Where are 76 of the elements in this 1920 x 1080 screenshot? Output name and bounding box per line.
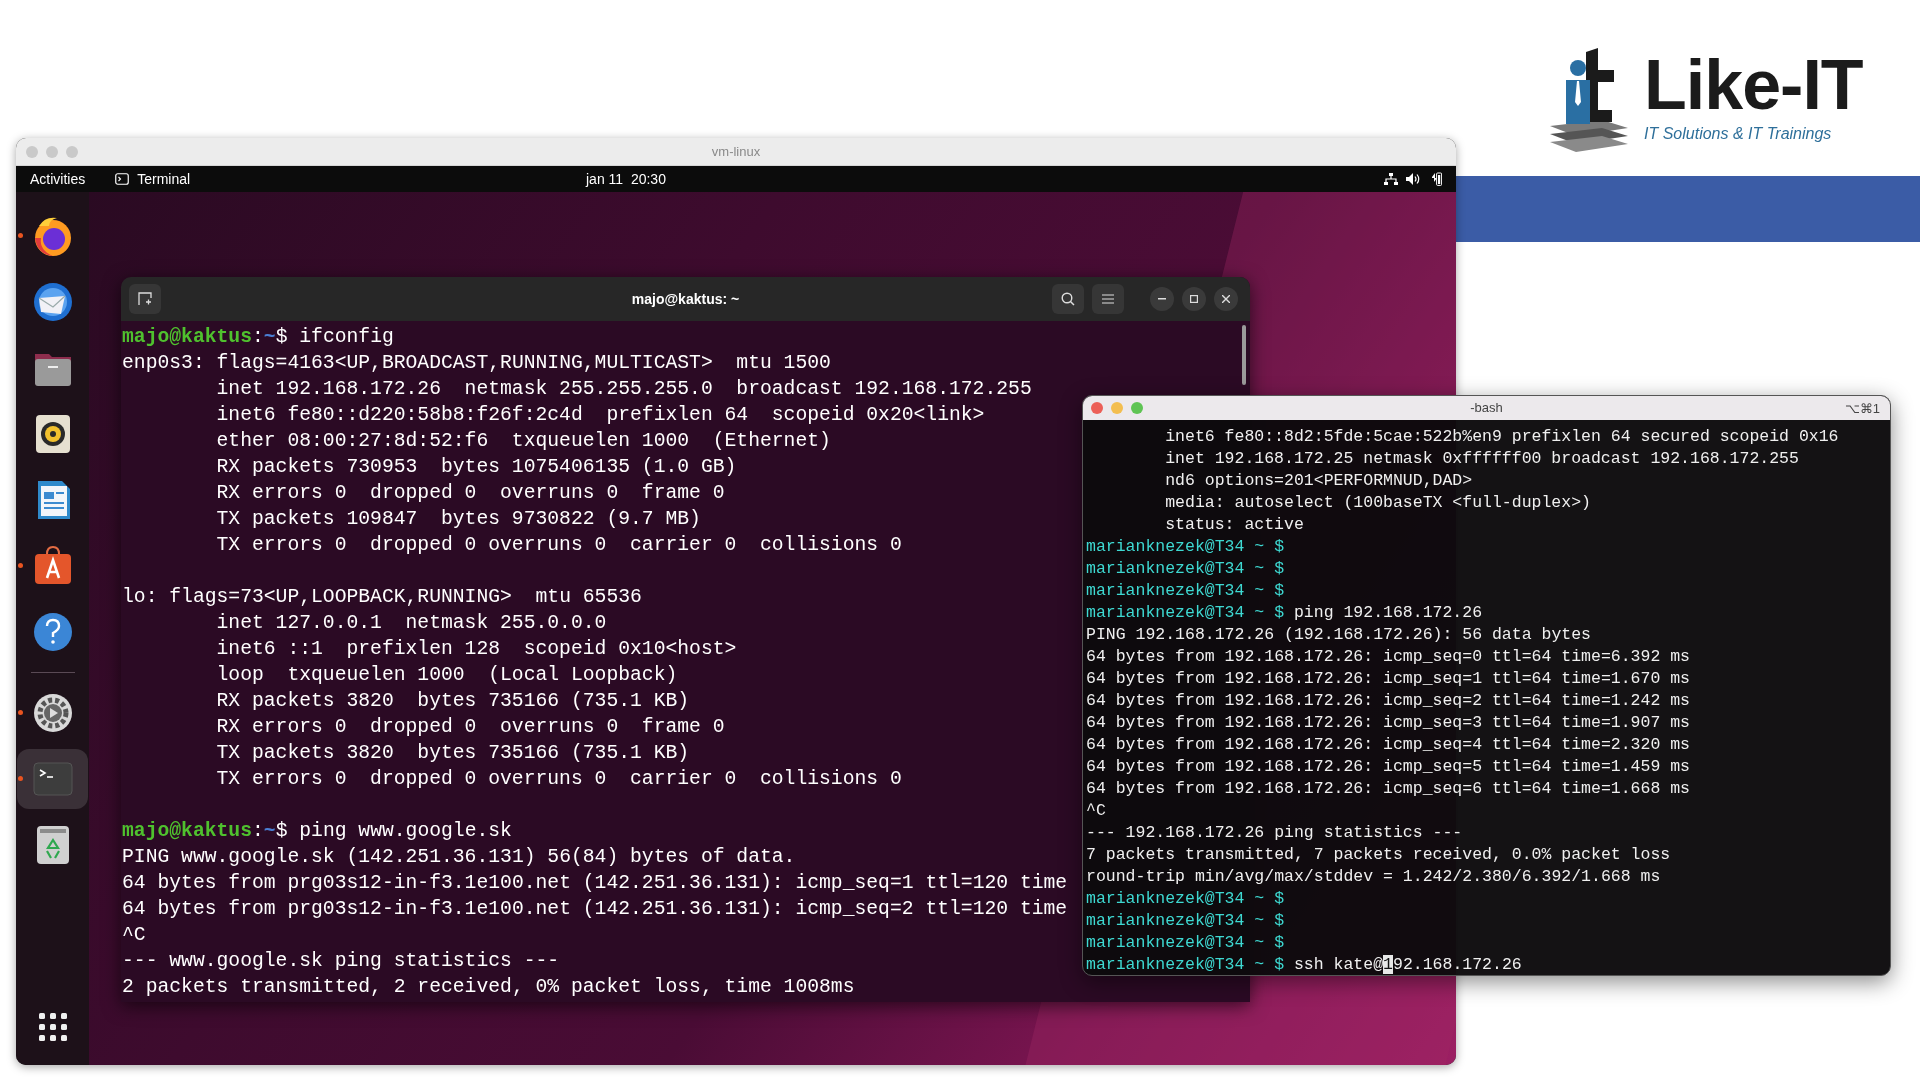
app-grid-icon <box>38 1013 67 1041</box>
terminal-line: ^C <box>1086 800 1106 822</box>
search-icon <box>1061 292 1075 306</box>
window-title: majo@kaktus: ~ <box>631 290 740 307</box>
terminal-line: 64 bytes from 192.168.172.26: icmp_seq=6 ttl=64 time=1.668 ms <box>1086 778 1690 800</box>
close-icon <box>1222 295 1230 303</box>
maximize-icon <box>1190 295 1198 303</box>
terminal-line: TX errors 0 dropped 0 overruns 0 carrier 0 collisions 0 <box>215 533 902 558</box>
terminal-line: RX errors 0 dropped 0 overruns 0 frame 0 <box>215 715 725 740</box>
terminal-line: 7 packets transmitted, 7 packets received, 0.0% packet loss <box>1086 844 1671 866</box>
terminal-line: TX packets 109847 bytes 9730822 (9.7 MB) <box>215 507 701 532</box>
terminal-line: enp0s3: flags=4163<UP,BROADCAST,RUNNING,MULTICAST> mtu 1500 <box>122 351 831 376</box>
new-tab-icon <box>138 292 152 306</box>
terminal-line: nd6 options=201<PERFORMNUD,DAD> <box>1164 470 1473 492</box>
clock-button[interactable]: jan 11 20:30 <box>586 168 666 190</box>
terminal-line: RX packets 730953 bytes 1075406135 (1.0 GB) <box>215 455 737 480</box>
minimize-icon <box>1158 298 1166 300</box>
terminal-line: inet6 fe80::d220:58b8:f26f:2c4d prefixlen 64 scopeid 0x20<link> <box>215 403 985 428</box>
terminal-line: 64 bytes from 192.168.172.26: icmp_seq=5 ttl=64 time=1.459 ms <box>1086 756 1690 778</box>
terminal-line: marianknezek@T34 ~ $ ping 192.168.172.26 <box>1086 602 1483 624</box>
terminal-line: marianknezek@T34 ~ $ <box>1086 558 1285 580</box>
terminal-line: majo@kaktus:~$ ping www.google.sk <box>122 819 512 844</box>
terminal-line: loop txqueuelen 1000 (Local Loopback) <box>215 663 678 688</box>
battery-icon[interactable] <box>1430 172 1442 186</box>
terminal-line: 64 bytes from 192.168.172.26: icmp_seq=3 ttl=64 time=1.907 ms <box>1086 712 1690 734</box>
scrollbar[interactable] <box>1242 325 1246 385</box>
terminal-line: marianknezek@T34 ~ $ <box>1086 888 1285 910</box>
terminal-line: inet6 ::1 prefixlen 128 scopeid 0x10<host> <box>215 637 737 662</box>
terminal-line: RX packets 3820 bytes 735166 (735.1 KB) <box>215 689 690 714</box>
terminal-line: media: autoselect (100baseTX <full-duplex>) <box>1164 492 1591 514</box>
window-title: vm-linux <box>711 143 761 159</box>
terminal-line: marianknezek@T34 ~ $ <box>1086 932 1285 954</box>
terminal-line: 2 packets transmitted, 2 received, 0% packet loss, time 1008ms <box>122 975 855 1000</box>
terminal-line: inet 127.0.0.1 netmask 255.0.0.0 <box>215 611 607 636</box>
terminal-line: --- 192.168.172.26 ping statistics --- <box>1086 822 1463 844</box>
terminal-line: inet 192.168.172.25 netmask 0xffffff00 broadcast 192.168.172.255 <box>1164 448 1799 470</box>
terminal-line: 64 bytes from prg03s12-in-f3.1e100.net (142.251.36.131): icmp_seq=1 ttl=120 time <box>122 871 1068 896</box>
logo-wordmark: Like-IT <box>1644 50 1863 120</box>
terminal-line: TX packets 3820 bytes 735166 (735.1 KB) <box>215 741 690 766</box>
terminal-line: 64 bytes from 192.168.172.26: icmp_seq=4 ttl=64 time=2.320 ms <box>1086 734 1690 756</box>
search-button[interactable] <box>1052 284 1084 314</box>
shortcut-label: ⌥⌘1 <box>1844 400 1880 418</box>
window-title: -bash <box>1470 400 1503 416</box>
terminal-line: ^C <box>122 923 146 948</box>
terminal-line: PING www.google.sk (142.251.36.131) 56(84) bytes of data. <box>122 845 796 870</box>
close-button[interactable] <box>1214 287 1238 311</box>
terminal-line: RX errors 0 dropped 0 overruns 0 frame 0 <box>215 481 725 506</box>
terminal-line: marianknezek@T34 ~ $ <box>1086 910 1285 932</box>
logo-tagline: IT Solutions & IT Trainings <box>1644 124 1832 144</box>
menu-icon <box>1102 294 1114 304</box>
terminal-line: majo@kaktus:~$ ifconfig <box>122 325 394 350</box>
terminal-line: marianknezek@T34 ~ $ ssh kate@192.168.172.26 <box>1086 954 1522 975</box>
terminal-line: 64 bytes from 192.168.172.26: icmp_seq=2 ttl=64 time=1.242 ms <box>1086 690 1690 712</box>
menu-button[interactable] <box>1092 284 1124 314</box>
terminal-line: 64 bytes from 192.168.172.26: icmp_seq=0 ttl=64 time=6.392 ms <box>1086 646 1690 668</box>
app-menu-button[interactable]: Terminal <box>115 168 191 190</box>
maximize-button[interactable] <box>1182 287 1206 311</box>
terminal-line: status: active <box>1164 514 1304 536</box>
terminal-line: inet 192.168.172.26 netmask 255.255.255.0 broadcast 192.168.172.255 <box>215 377 1032 402</box>
network-icon[interactable] <box>1384 173 1398 185</box>
terminal-icon <box>115 173 130 185</box>
volume-icon[interactable] <box>1406 173 1422 185</box>
terminal-line: 64 bytes from prg03s12-in-f3.1e100.net (142.251.36.131): icmp_seq=2 ttl=120 time <box>122 897 1068 922</box>
terminal-line: lo: flags=73<UP,LOOPBACK,RUNNING> mtu 65536 <box>122 585 642 610</box>
terminal-line: ether 08:00:27:8d:52:f6 txqueuelen 1000 (Ethernet) <box>215 429 831 454</box>
minimize-button[interactable] <box>1150 287 1174 311</box>
terminal-line: 64 bytes from 192.168.172.26: icmp_seq=1 ttl=64 time=1.670 ms <box>1086 668 1690 690</box>
terminal-line: TX errors 0 dropped 0 overruns 0 carrier 0 collisions 0 <box>215 767 902 792</box>
terminal-line: round-trip min/avg/max/stddev = 1.242/2.380/6.392/1.668 ms <box>1086 866 1661 888</box>
terminal-line: PING 192.168.172.26 (192.168.172.26): 56 data bytes <box>1086 624 1591 646</box>
terminal-line: marianknezek@T34 ~ $ <box>1086 536 1285 558</box>
terminal-line: inet6 fe80::8d2:5fde:5cae:522b%en9 prefixlen 64 secured scopeid 0x16 <box>1164 426 1839 448</box>
terminal-line: --- www.google.sk ping statistics --- <box>122 949 560 974</box>
activities-button[interactable]: Activities <box>30 168 86 190</box>
new-tab-button[interactable] <box>129 284 161 314</box>
terminal-line: marianknezek@T34 ~ $ <box>1086 580 1285 602</box>
